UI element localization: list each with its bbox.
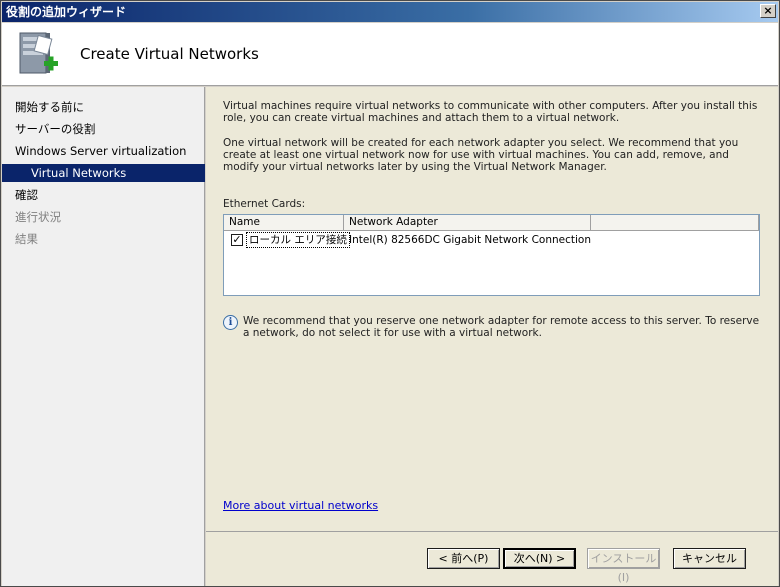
info-icon: i xyxy=(223,315,238,330)
nav-item-before-you-begin[interactable]: 開始する前に xyxy=(2,98,205,116)
nav-item-confirmation[interactable]: 確認 xyxy=(2,186,205,204)
window-title: 役割の追加ウィザード xyxy=(6,5,127,19)
adapter-checkbox[interactable]: ✓ xyxy=(231,234,243,246)
wizard-header: Create Virtual Networks xyxy=(2,23,778,86)
server-add-icon xyxy=(19,32,58,74)
content-panel: Virtual machines require virtual network… xyxy=(206,87,778,531)
info-text: We recommend that you reserve one networ… xyxy=(243,315,760,339)
list-header: Name Network Adapter xyxy=(224,215,759,231)
nav-item-results: 結果 xyxy=(15,232,38,246)
back-button[interactable]: < 前へ(P) xyxy=(427,548,500,569)
install-button: インストール(I) xyxy=(587,548,660,584)
wizard-steps-nav: 開始する前に サーバーの役割 Windows Server virtualiza… xyxy=(2,87,205,586)
column-header-network-adapter[interactable]: Network Adapter xyxy=(344,215,591,231)
cancel-button[interactable]: キャンセル xyxy=(673,548,746,569)
nav-item-windows-server-virtualization[interactable]: Windows Server virtualization xyxy=(2,142,205,160)
nav-item-virtual-networks[interactable]: Virtual Networks xyxy=(2,164,205,182)
table-row[interactable]: ✓ ローカル エリア接続 Intel(R) 82566DC Gigabit Ne… xyxy=(224,232,759,248)
close-button[interactable]: × xyxy=(760,4,776,18)
title-bar[interactable]: 役割の追加ウィザード × xyxy=(2,2,778,22)
column-header-name[interactable]: Name xyxy=(224,215,344,231)
row-name: ローカル エリア接続 xyxy=(246,232,350,248)
more-about-virtual-networks-link[interactable]: More about virtual networks xyxy=(223,499,378,512)
wizard-window: 役割の追加ウィザード × Create Virtual Networks 開始す… xyxy=(0,0,780,587)
row-adapter: Intel(R) 82566DC Gigabit Network Connect… xyxy=(349,234,592,246)
description-paragraph: One virtual network will be created for … xyxy=(223,137,739,173)
page-title: Create Virtual Networks xyxy=(80,45,259,63)
ethernet-cards-label: Ethernet Cards: xyxy=(223,198,306,210)
nav-item-progress: 進行状況 xyxy=(15,210,61,224)
next-button[interactable]: 次へ(N) > xyxy=(503,548,576,569)
intro-paragraph: Virtual machines require virtual network… xyxy=(223,100,758,124)
column-header-empty[interactable] xyxy=(591,215,759,231)
wizard-footer: < 前へ(P) 次へ(N) > インストール(I) キャンセル xyxy=(206,531,778,586)
ethernet-cards-list[interactable]: Name Network Adapter ✓ ローカル エリア接続 Intel(… xyxy=(223,214,760,296)
nav-item-server-roles[interactable]: サーバーの役割 xyxy=(2,120,205,138)
